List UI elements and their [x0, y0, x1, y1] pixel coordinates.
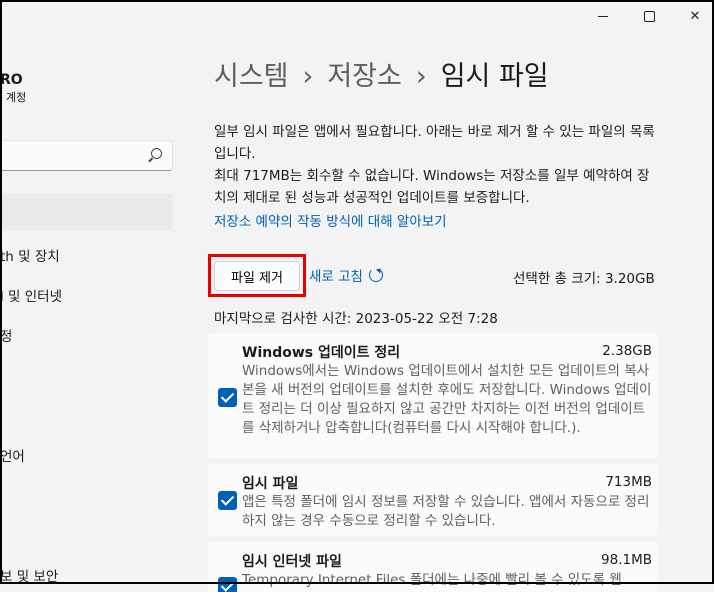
list-item: Windows 업데이트 정리 2.38GB Windows에서는 Window…	[208, 333, 658, 458]
sidebar-item-system[interactable]	[0, 194, 173, 230]
total-size: 선택한 총 크기: 3.20GB	[513, 271, 655, 287]
minimize-button[interactable]	[580, 0, 626, 32]
sidebar-item-language[interactable]: 언어	[0, 445, 25, 465]
item-description: Windows에서는 Windows 업데이트에서 설치한 모든 업데이트의 복…	[242, 363, 652, 436]
sidebar-item-personalization[interactable]: 정	[0, 325, 12, 345]
internet-files-checkbox[interactable]	[218, 577, 237, 592]
learn-more-link[interactable]: 저장소 예약의 작동 방식에 대해 알아보기	[214, 210, 447, 230]
breadcrumb: 시스템 › 저장소 › 임시 파일	[214, 54, 549, 93]
refresh-icon	[368, 268, 383, 282]
search-icon	[151, 148, 162, 159]
item-title: Windows 업데이트 정리	[242, 345, 401, 361]
page-title: 임시 파일	[440, 61, 549, 92]
sidebar-item-privacy[interactable]: 보 및 보안	[0, 565, 58, 585]
last-scan-time: 마지막으로 검사한 시간: 2023-05-22 오전 7:28	[214, 311, 498, 327]
list-item: 임시 파일 713MB 앱은 특정 폴더에 임시 정보를 저장할 수 있습니다.…	[208, 464, 658, 536]
item-title: 임시 인터넷 파일	[242, 554, 342, 570]
intro-text: 일부 임시 파일은 앱에서 필요합니다. 아래는 바로 제거 할 수 있는 파일…	[214, 124, 655, 162]
maximize-icon	[643, 10, 655, 22]
account-subtitle: 계정	[6, 91, 27, 104]
windows-update-checkbox[interactable]	[218, 388, 237, 407]
reserve-text: 최대 717MB는 회수할 수 없습니다. Windows는 저장소를 일부 예…	[214, 168, 650, 206]
refresh-button[interactable]: 새로 고침	[309, 265, 383, 285]
close-icon: ✕	[689, 8, 701, 24]
item-size: 2.38GB	[602, 343, 652, 359]
item-size: 713MB	[605, 474, 652, 490]
item-description: Temporary Internet Files 폴더에는 나중에 빨리 볼 수…	[242, 572, 622, 588]
refresh-label: 새로 고침	[309, 269, 363, 285]
breadcrumb-separator: ›	[415, 61, 427, 92]
list-item: 임시 인터넷 파일 98.1MB Temporary Internet File…	[208, 542, 658, 592]
account-name: RO	[0, 72, 23, 88]
item-title: 임시 파일	[242, 476, 299, 492]
sidebar-item-bluetooth[interactable]: th 및 장치	[0, 245, 60, 265]
close-button[interactable]: ✕	[672, 0, 714, 32]
temp-files-checkbox[interactable]	[218, 491, 237, 510]
item-size: 98.1MB	[601, 552, 652, 568]
breadcrumb-system[interactable]: 시스템	[214, 61, 289, 92]
breadcrumb-separator: ›	[302, 61, 314, 92]
settings-search-input[interactable]	[0, 140, 173, 171]
highlight-box	[208, 254, 306, 297]
sidebar-item-network[interactable]: l 및 인터넷	[0, 285, 62, 305]
item-description: 앱은 특정 폴더에 임시 정보를 저장할 수 있습니다. 앱에서 자동으로 정리…	[242, 494, 650, 529]
minimize-icon	[598, 15, 608, 17]
breadcrumb-storage[interactable]: 저장소	[327, 61, 402, 92]
maximize-button[interactable]	[626, 0, 672, 32]
